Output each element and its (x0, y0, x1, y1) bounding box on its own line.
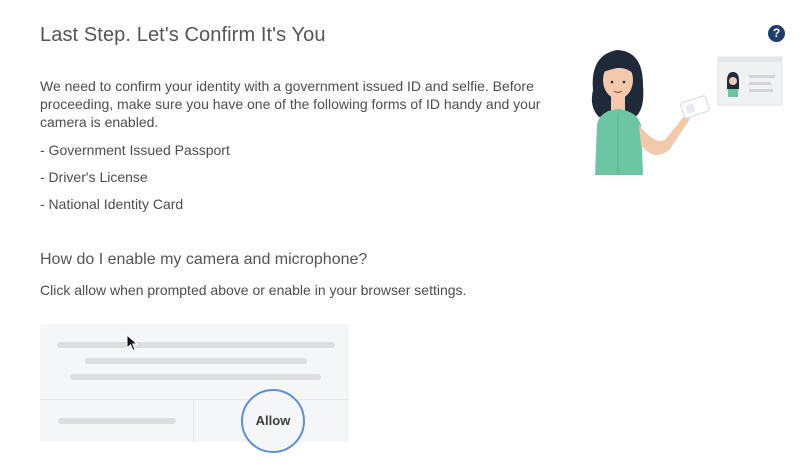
page-title: Last Step. Let's Confirm It's You (40, 24, 326, 46)
browser-permission-prompt-illustration: Allow (40, 324, 349, 453)
id-form-item: - National Identity Card (40, 196, 184, 212)
placeholder-line (70, 374, 321, 380)
mouse-cursor-icon (126, 334, 138, 352)
woman-figure (591, 50, 710, 175)
id-form-item: - Driver's License (40, 169, 148, 185)
prompt-divider (40, 399, 349, 400)
intro-text: We need to confirm your identity with a … (40, 78, 541, 130)
id-form-item: - Government Issued Passport (40, 142, 230, 158)
camera-help-hint: Click allow when prompted above or enabl… (40, 282, 467, 298)
deny-placeholder (58, 418, 176, 424)
id-document-graphic (717, 56, 783, 106)
placeholder-line (85, 358, 307, 364)
woman-holding-id-illustration (591, 50, 783, 175)
allow-button: Allow (241, 389, 305, 453)
prompt-divider (193, 399, 194, 442)
help-icon[interactable]: ? (768, 25, 785, 42)
placeholder-line (57, 342, 335, 348)
camera-help-heading: How do I enable my camera and microphone… (40, 251, 368, 268)
id-forms-list: - Government Issued Passport - Driver's … (40, 141, 230, 222)
